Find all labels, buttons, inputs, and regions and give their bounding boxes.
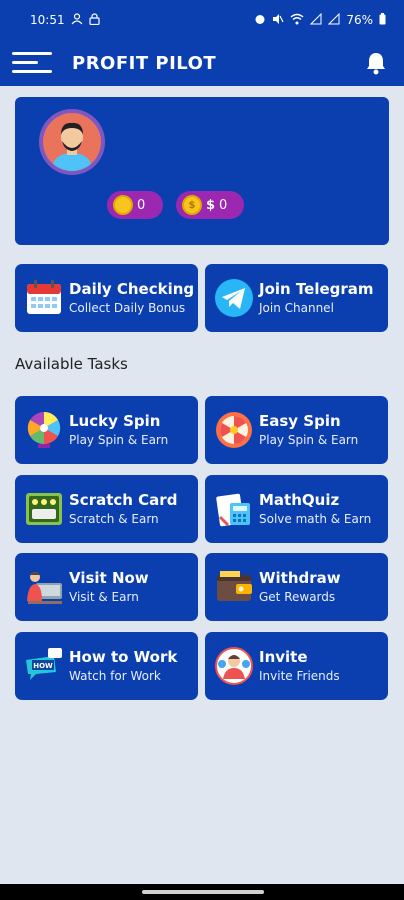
- wallet-icon: [213, 566, 255, 608]
- tile-subtitle: Get Rewards: [259, 590, 336, 604]
- tile-subtitle: Join Channel: [259, 301, 334, 315]
- tile-title: Easy Spin: [259, 412, 341, 430]
- scratch-card-tile[interactable]: Scratch Card Scratch & Earn: [15, 475, 198, 543]
- app-title: PROFIT PILOT: [72, 52, 217, 74]
- tile-subtitle: Visit & Earn: [69, 590, 139, 604]
- money-balance: 0: [219, 197, 228, 213]
- app-bar: PROFIT PILOT: [0, 40, 404, 86]
- tile-title: Visit Now: [69, 569, 149, 587]
- lock-icon: [88, 12, 100, 28]
- lucky-wheel-icon: [23, 409, 65, 451]
- battery-icon: [379, 12, 386, 28]
- battery-level: 76%: [346, 13, 373, 27]
- profile-card: 0 $ $ 0: [15, 97, 389, 245]
- calendar-icon: [23, 277, 65, 319]
- tile-title: Withdraw: [259, 569, 341, 587]
- coin-icon: [113, 195, 133, 215]
- how-icon: HOW: [23, 645, 65, 687]
- notification-bell-icon[interactable]: [364, 50, 388, 76]
- alarm-icon: [254, 13, 266, 28]
- visit-icon: [23, 566, 65, 608]
- tile-subtitle: Collect Daily Bonus: [69, 301, 186, 315]
- lucky-spin-tile[interactable]: Lucky Spin Play Spin & Earn: [15, 396, 198, 464]
- tile-title: Scratch Card: [69, 491, 178, 509]
- invite-tile[interactable]: Invite Invite Friends: [205, 632, 388, 700]
- how-to-work-tile[interactable]: HOW How to Work Watch for Work: [15, 632, 198, 700]
- withdraw-tile[interactable]: Withdraw Get Rewards: [205, 553, 388, 621]
- system-nav-bar: [0, 884, 404, 900]
- tile-subtitle: Watch for Work: [69, 669, 161, 683]
- tile-title: Join Telegram: [259, 280, 374, 298]
- money-balance-pill: $ $ 0: [176, 191, 244, 219]
- visit-now-tile[interactable]: Visit Now Visit & Earn: [15, 553, 198, 621]
- tile-title: How to Work: [69, 648, 178, 666]
- easy-spin-tile[interactable]: Easy Spin Play Spin & Earn: [205, 396, 388, 464]
- status-bar: 10:51 76%: [0, 0, 404, 40]
- menu-icon[interactable]: [12, 50, 52, 76]
- tile-subtitle: Play Spin & Earn: [69, 433, 169, 447]
- money-symbol: $: [206, 197, 216, 213]
- scratch-card-icon: [23, 488, 65, 530]
- tile-title: Invite: [259, 648, 308, 666]
- math-quiz-tile[interactable]: MathQuiz Solve math & Earn: [205, 475, 388, 543]
- coin-balance: 0: [137, 197, 146, 213]
- coin-balance-pill: 0: [107, 191, 163, 219]
- status-time: 10:51: [30, 13, 65, 27]
- daily-checking-tile[interactable]: Daily Checking Collect Daily Bonus: [15, 264, 198, 332]
- tile-subtitle: Solve math & Earn: [259, 512, 372, 526]
- tile-subtitle: Invite Friends: [259, 669, 340, 683]
- wifi-icon: [290, 13, 304, 28]
- mute-icon: [272, 13, 284, 28]
- dollar-coin-icon: $: [182, 195, 202, 215]
- join-telegram-tile[interactable]: Join Telegram Join Channel: [205, 264, 388, 332]
- tile-title: MathQuiz: [259, 491, 340, 509]
- signal-icon: [328, 12, 340, 28]
- tile-title: Daily Checking: [69, 280, 195, 298]
- easy-wheel-icon: [213, 409, 255, 451]
- svg-text:HOW: HOW: [33, 662, 53, 670]
- person-icon: [71, 12, 83, 28]
- tile-subtitle: Play Spin & Earn: [259, 433, 359, 447]
- section-title: Available Tasks: [15, 355, 128, 373]
- signal-icon: [310, 12, 322, 28]
- math-quiz-icon: [213, 488, 255, 530]
- tile-subtitle: Scratch & Earn: [69, 512, 159, 526]
- invite-icon: [213, 645, 255, 687]
- home-gesture-handle[interactable]: [142, 890, 264, 894]
- avatar[interactable]: [39, 109, 105, 175]
- tile-title: Lucky Spin: [69, 412, 161, 430]
- telegram-icon: [213, 277, 255, 319]
